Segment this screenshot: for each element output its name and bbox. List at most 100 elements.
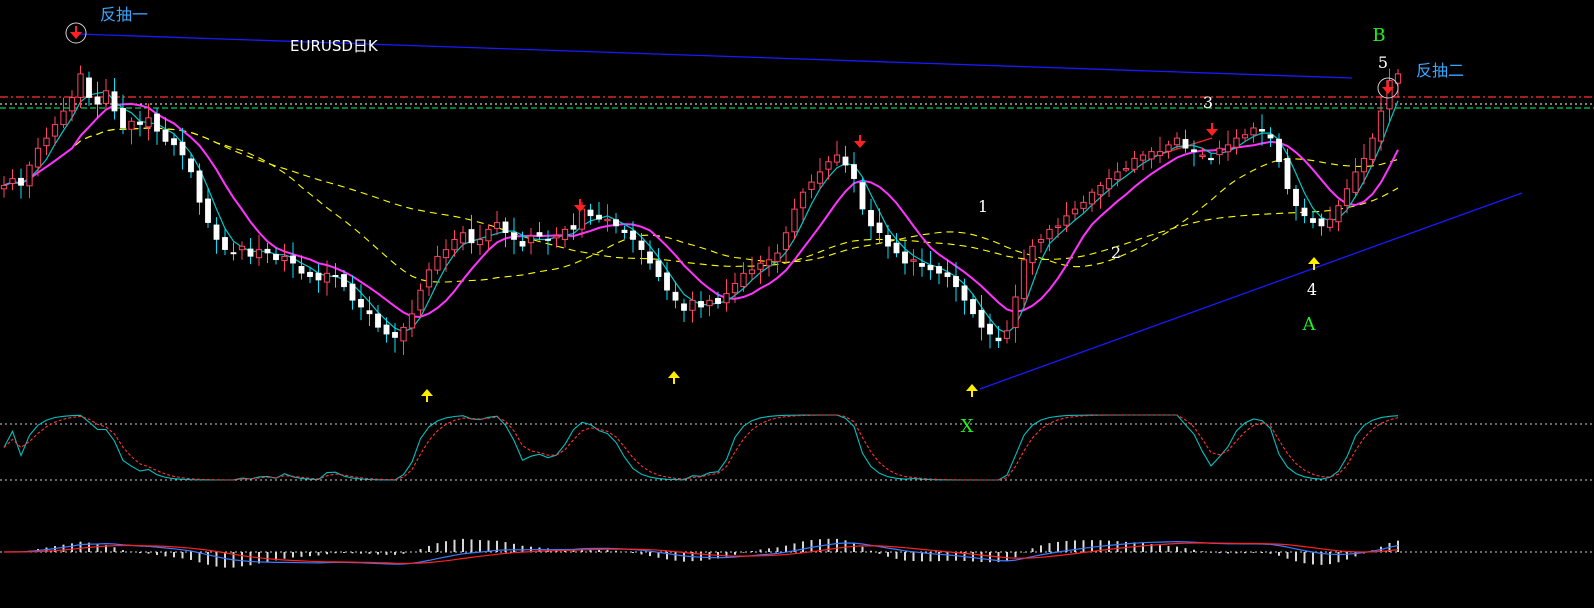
candle-body-up: [476, 239, 484, 246]
candle-body-up: [26, 164, 33, 187]
buy-arrow-icon: [1308, 257, 1320, 264]
candle-body-down: [94, 96, 101, 105]
chart-title: EURUSD日K: [290, 37, 379, 55]
candle-body-up: [1063, 215, 1070, 226]
candle-body-down: [936, 266, 942, 274]
candle-body-down: [1284, 158, 1291, 190]
candle-body-down: [876, 222, 883, 234]
eurusd-daily-chart: EURUSD日K 反抽一 反抽二 1 2 3 4 5 X A B: [0, 5, 1594, 568]
candle-body-up: [1071, 208, 1079, 215]
candle-body-down: [273, 253, 279, 261]
candle-body-up: [434, 255, 441, 271]
candle-body-up: [1199, 154, 1206, 158]
candle-body-up: [68, 97, 76, 112]
candle-body-down: [1182, 139, 1189, 149]
candle-body-down: [383, 324, 390, 335]
candle-body-down: [545, 238, 551, 241]
candle-body-down: [902, 251, 908, 264]
candle-body-down: [290, 255, 296, 264]
wave-label-1: 1: [978, 197, 988, 216]
candle-body-up: [485, 228, 492, 242]
candle-body-up: [1131, 157, 1138, 170]
candle-body-down: [332, 274, 339, 277]
candle-body-down: [987, 323, 993, 335]
candle-body-down: [222, 237, 228, 250]
candle-body-down: [970, 299, 976, 315]
candle-body-down: [664, 272, 670, 291]
candle-body-down: [188, 158, 194, 173]
candle-body-up: [1046, 228, 1053, 240]
candle-body-up: [1114, 171, 1121, 181]
wave-label-2: 2: [1111, 243, 1121, 262]
candle-body-up: [1003, 330, 1011, 339]
wave-label-4: 4: [1307, 280, 1317, 299]
candle-body-down: [502, 221, 509, 234]
signal-arrows: [65, 22, 1399, 402]
candle-body-down: [18, 177, 24, 186]
candle-body-up: [689, 299, 696, 311]
candle-body-down: [1318, 218, 1325, 227]
candle-body-up: [782, 232, 790, 251]
candle-body-up: [1224, 144, 1232, 153]
candle-body-down: [961, 285, 968, 301]
candle-body-up: [578, 208, 586, 230]
candle-body-up: [1139, 154, 1147, 161]
candle-body-up: [493, 222, 501, 229]
candle-body-down: [120, 107, 126, 129]
candle-body-up: [706, 299, 713, 307]
candle-body-up: [0, 184, 8, 190]
candle-body-down: [366, 310, 373, 315]
point-label-b: B: [1372, 25, 1385, 46]
candle-body-up: [281, 255, 288, 262]
candle-body-up: [1360, 157, 1368, 173]
candle-body-down: [247, 248, 254, 257]
candle-body-up: [748, 269, 756, 275]
candle-body-up: [77, 73, 84, 98]
candle-body-up: [128, 120, 135, 130]
candlesticks: [0, 65, 1402, 355]
candle-body-up: [765, 259, 773, 267]
candle-body-up: [910, 259, 917, 262]
candle-body-up: [1326, 218, 1334, 228]
candle-body-up: [1241, 134, 1249, 139]
candle-body-down: [205, 198, 211, 223]
ma-mid-dashed: [3, 127, 1399, 283]
candle-body-down: [536, 232, 543, 237]
candle-body-up: [740, 272, 747, 287]
candle-body-down: [511, 232, 517, 240]
note-rebound-1: 反抽一: [100, 5, 148, 24]
candle-body-down: [1267, 134, 1274, 139]
kdj-k-line: [3, 414, 1399, 481]
candle-body-down: [162, 129, 169, 142]
candle-body-up: [51, 124, 59, 137]
candle-body-up: [1250, 127, 1257, 136]
candle-body-up: [1352, 171, 1359, 193]
candle-body-down: [137, 121, 143, 125]
candle-body-down: [179, 141, 186, 156]
note-rebound-2: 反抽二: [1416, 61, 1464, 80]
candle-body-up: [1173, 137, 1181, 146]
candle-body-down: [613, 219, 619, 227]
candle-body-up: [145, 117, 152, 128]
candle-body-up: [1054, 225, 1062, 228]
candle-body-down: [885, 234, 891, 247]
candle-body-down: [341, 274, 347, 288]
candle-body-up: [1029, 245, 1036, 264]
candle-body-up: [400, 326, 407, 342]
candle-body-down: [230, 252, 237, 255]
candle-body-up: [60, 110, 67, 126]
candle-body-down: [86, 77, 92, 98]
candle-body-up: [757, 262, 764, 270]
sell-arrow-icon: [70, 32, 82, 39]
candle-body-up: [1165, 144, 1172, 152]
candle-body-down: [851, 164, 857, 179]
candle-body-down: [307, 271, 313, 277]
kdj-indicator: [3, 414, 1399, 481]
candle-body-down: [213, 224, 220, 240]
candle-body-up: [1088, 191, 1096, 205]
candle-body-down: [171, 138, 177, 146]
candle-body-up: [816, 171, 824, 184]
candle-body-up: [34, 147, 42, 168]
candle-body-up: [1233, 137, 1240, 148]
candle-body-up: [731, 282, 739, 294]
